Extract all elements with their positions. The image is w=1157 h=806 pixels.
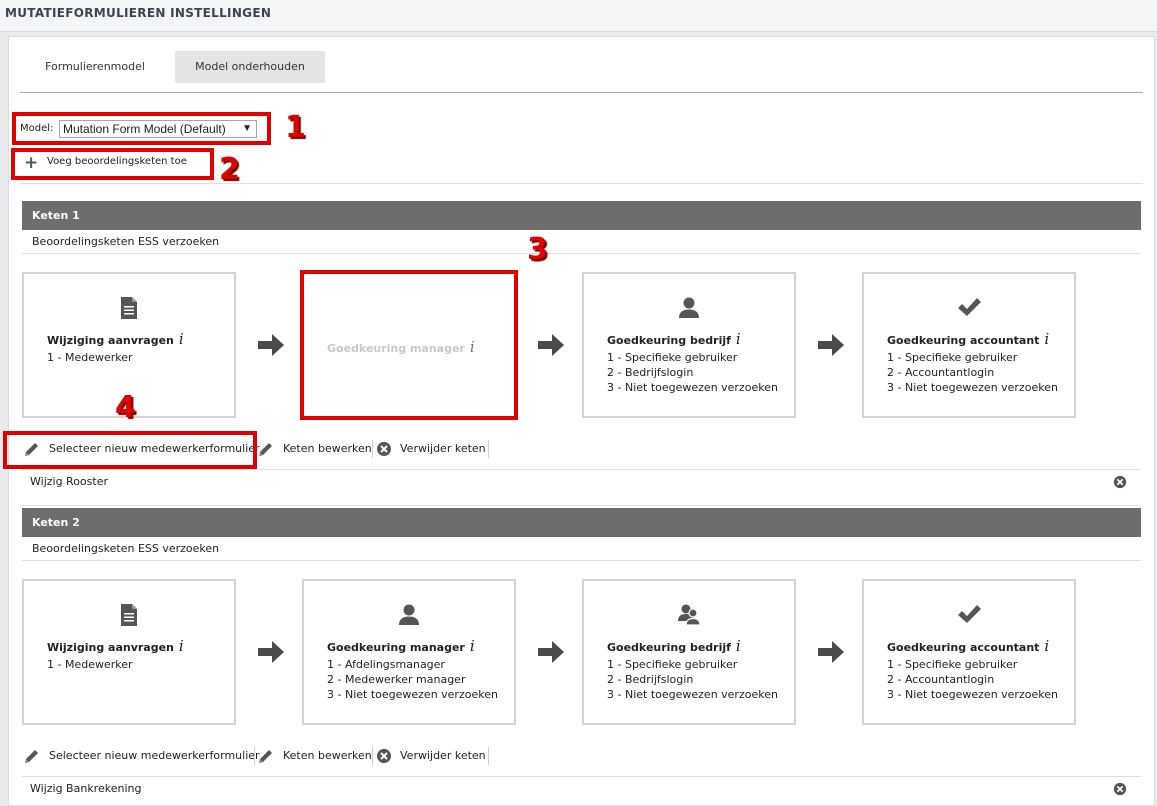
checkmark-icon [864, 296, 1074, 320]
remove-circle-icon [377, 442, 391, 456]
separator [254, 747, 255, 765]
step-card-goedkeuring-accountant[interactable]: Goedkeuring accountant i 1 - Specifieke g… [862, 272, 1076, 418]
annotation-box-4 [3, 431, 257, 469]
remove-circle-icon[interactable] [1113, 782, 1127, 796]
chain-description: Beoordelingsketen ESS verzoeken [32, 542, 220, 555]
step-lines: 1 - Specifieke gebruiker 2 - Accountantl… [887, 658, 1058, 701]
tab-formulierenmodel[interactable]: Formulierenmodel [20, 51, 170, 83]
annotation-box-1 [12, 112, 271, 145]
step-lines: 1 - Specifieke gebruiker 2 - Bedrijfslog… [607, 351, 778, 394]
step-card-wijziging-aanvragen[interactable]: Wijziging aanvragen i 1 - Medewerker [22, 579, 236, 725]
annotation-box-3 [300, 270, 518, 420]
step-title: Wijziging aanvragen i [47, 330, 184, 348]
users-icon [584, 603, 794, 627]
info-icon[interactable]: i [736, 330, 741, 348]
step-title: Goedkeuring accountant i [887, 330, 1050, 348]
chain-description: Beoordelingsketen ESS verzoeken [32, 235, 220, 248]
step-title: Wijziging aanvragen i [47, 637, 184, 655]
info-icon[interactable]: i [179, 330, 184, 348]
page-title: MUTATIEFORMULIEREN INSTELLINGEN [5, 6, 272, 20]
pencil-icon [259, 750, 272, 763]
annotation-box-2 [11, 148, 214, 180]
arrow-right-icon [538, 641, 564, 663]
info-icon[interactable]: i [470, 637, 475, 655]
arrow-right-icon [818, 641, 844, 663]
info-icon[interactable]: i [179, 637, 184, 655]
pencil-icon [25, 750, 38, 763]
divider [20, 183, 1143, 184]
tabs-divider [20, 92, 1143, 93]
document-icon [24, 296, 234, 320]
step-lines: 1 - Specifieke gebruiker 2 - Accountantl… [887, 351, 1058, 394]
annotation-number-3: 3 [527, 232, 548, 267]
user-icon [304, 603, 514, 627]
checkmark-icon [864, 603, 1074, 627]
info-icon[interactable]: i [1044, 330, 1049, 348]
arrow-right-icon [538, 334, 564, 356]
info-icon[interactable]: i [1044, 637, 1049, 655]
tab-model-onderhouden[interactable]: Model onderhouden [175, 51, 325, 83]
step-card-goedkeuring-bedrijf[interactable]: Goedkeuring bedrijf i 1 - Specifieke gebr… [582, 579, 796, 725]
divider [22, 505, 1141, 506]
annotation-number-2: 2 [219, 152, 240, 187]
step-card-goedkeuring-manager[interactable]: Goedkeuring manager i 1 - Afdelingsmanage… [302, 579, 516, 725]
chain-form-name: Wijzig Bankrekening [30, 782, 142, 795]
step-title: Goedkeuring accountant i [887, 637, 1050, 655]
step-card-goedkeuring-accountant[interactable]: Goedkeuring accountant i 1 - Specifieke g… [862, 579, 1076, 725]
user-icon [584, 296, 794, 320]
step-lines: 1 - Specifieke gebruiker 2 - Bedrijfslog… [607, 658, 778, 701]
step-lines: 1 - Medewerker [47, 658, 133, 671]
arrow-right-icon [818, 334, 844, 356]
step-lines: 1 - Medewerker [47, 351, 133, 364]
chain-form-name: Wijzig Rooster [30, 475, 108, 488]
pencil-icon [259, 443, 272, 456]
remove-circle-icon [377, 749, 391, 763]
chain-form-row: Wijzig Rooster [22, 469, 1141, 495]
step-title: Goedkeuring bedrijf i [607, 637, 741, 655]
step-card-goedkeuring-bedrijf[interactable]: Goedkeuring bedrijf i 1 - Specifieke gebr… [582, 272, 796, 418]
arrow-right-icon [258, 334, 284, 356]
remove-circle-icon[interactable] [1113, 475, 1127, 489]
divider [22, 560, 1141, 561]
annotation-number-1: 1 [285, 110, 306, 145]
chain-header: Keten 2 [22, 508, 1141, 537]
document-icon [24, 603, 234, 627]
separator [488, 747, 489, 765]
step-title: Goedkeuring manager i [327, 637, 475, 655]
info-icon[interactable]: i [736, 637, 741, 655]
chain-header: Keten 1 [22, 201, 1141, 230]
step-lines: 1 - Afdelingsmanager 2 - Medewerker mana… [327, 658, 498, 701]
annotation-number-4: 4 [115, 390, 136, 425]
divider [22, 253, 1141, 254]
chain-form-row: Wijzig Bankrekening [22, 776, 1141, 802]
page-header: MUTATIEFORMULIEREN INSTELLINGEN [0, 0, 1157, 32]
arrow-right-icon [258, 641, 284, 663]
separator [372, 747, 373, 765]
separator [488, 440, 489, 458]
step-title: Goedkeuring bedrijf i [607, 330, 741, 348]
separator [372, 440, 373, 458]
